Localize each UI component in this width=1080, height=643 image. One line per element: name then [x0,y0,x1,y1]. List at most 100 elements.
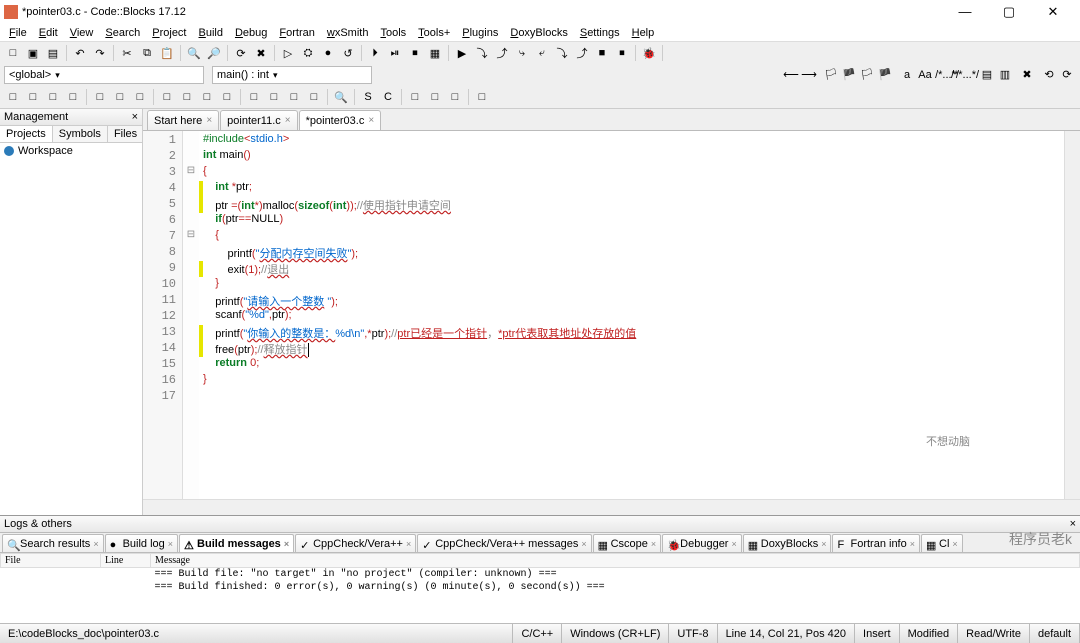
minimize-button[interactable]: — [950,4,980,20]
toolbar-button[interactable]: 🏴 [876,66,894,84]
toolbar-button[interactable]: 🏴 [840,66,858,84]
mgmt-tab-projects[interactable]: Projects [0,126,53,142]
log-tab[interactable]: ●Build log× [105,534,178,552]
toolbar-button[interactable]: □ [4,44,22,62]
log-tab[interactable]: ▦DoxyBlocks× [743,534,832,552]
toolbar-button[interactable]: ▥ [996,66,1014,84]
toolbar-button[interactable]: S [359,88,377,106]
toolbar-button[interactable]: □ [305,88,323,106]
toolbar-button[interactable]: ▤ [978,66,996,84]
toolbar-button[interactable]: ⤴ [573,44,591,62]
log-tab[interactable]: ▦Cl× [921,534,963,552]
toolbar-button[interactable]: ⏵ [366,44,384,62]
toolbar-button[interactable]: □ [426,88,444,106]
toolbar-button[interactable]: ⤴ [493,44,511,62]
toolbar-button[interactable]: ⟵ [782,66,800,84]
toolbar-button[interactable]: ✂ [118,44,136,62]
toolbar-button[interactable]: 🏳 [858,66,876,84]
code-editor[interactable]: 1234567891011121314151617 ⊟⊟ #include<st… [143,131,1080,499]
editor-tab[interactable]: *pointer03.c× [299,110,382,130]
toolbar-button[interactable]: ⏹ [406,44,424,62]
toolbar-button[interactable]: ⏯ [386,44,404,62]
toolbar-button[interactable]: □ [446,88,464,106]
menu-settings[interactable]: Settings [575,26,625,40]
toolbar-button[interactable]: □ [131,88,149,106]
menu-view[interactable]: View [65,26,99,40]
toolbar-button[interactable]: ✖ [1018,66,1036,84]
toolbar-button[interactable]: ⏹ [613,44,631,62]
menu-help[interactable]: Help [627,26,660,40]
toolbar-button[interactable]: ⟳ [1058,66,1076,84]
vertical-scrollbar[interactable] [1064,131,1080,499]
toolbar-button[interactable]: □ [245,88,263,106]
toolbar-button[interactable]: ↶ [71,44,89,62]
log-tab[interactable]: ⚠Build messages× [179,534,294,552]
toolbar-button[interactable]: □ [4,88,22,106]
menu-edit[interactable]: Edit [34,26,63,40]
workspace-item[interactable]: Workspace [4,145,138,157]
mgmt-tab-files[interactable]: Files [108,126,144,142]
toolbar-button[interactable]: 📋 [158,44,176,62]
toolbar-button[interactable]: Aa [916,66,934,84]
toolbar-button[interactable]: ⟲ [1040,66,1058,84]
toolbar-button[interactable]: □ [473,88,491,106]
menu-debug[interactable]: Debug [230,26,272,40]
log-tab[interactable]: FFortran info× [832,534,920,552]
toolbar-button[interactable]: ↺ [339,44,357,62]
toolbar-button[interactable]: 🏳 [822,66,840,84]
log-tab[interactable]: ✓CppCheck/Vera++× [295,534,416,552]
toolbar-button[interactable]: ⤵ [473,44,491,62]
menu-doxyblocks[interactable]: DoxyBlocks [505,26,572,40]
toolbar-button[interactable]: □ [198,88,216,106]
log-tab[interactable]: ✓CppCheck/Vera++ messages× [417,534,591,552]
logs-close-icon[interactable]: × [1070,518,1076,530]
toolbar-button[interactable]: □ [158,88,176,106]
mgmt-tab-symbols[interactable]: Symbols [53,126,108,142]
toolbar-button[interactable]: □ [24,88,42,106]
scope-dropdown[interactable]: <global> [4,66,204,84]
toolbar-button[interactable]: ▤ [44,44,62,62]
toolbar-button[interactable]: ▷ [279,44,297,62]
menu-tools[interactable]: Tools [375,26,411,40]
toolbar-button[interactable]: ▶ [453,44,471,62]
log-tab[interactable]: ▦Cscope× [593,534,662,552]
function-dropdown[interactable]: main() : int [212,66,372,84]
menu-search[interactable]: Search [100,26,145,40]
toolbar-button[interactable]: ⤶ [533,44,551,62]
tab-close-icon[interactable]: × [285,115,291,126]
toolbar-button[interactable]: □ [218,88,236,106]
toolbar-button[interactable]: C [379,88,397,106]
tab-close-icon[interactable]: × [368,115,374,126]
toolbar-button[interactable]: ⛭ [299,44,317,62]
toolbar-button[interactable]: ⧉ [138,44,156,62]
maximize-button[interactable]: ▢ [994,4,1024,20]
menu-fortran[interactable]: Fortran [274,26,319,40]
toolbar-button[interactable]: ▦ [426,44,444,62]
toolbar-button[interactable]: ⤷ [513,44,531,62]
log-tab[interactable]: 🐞Debugger× [662,534,742,552]
toolbar-button[interactable]: a [898,66,916,84]
menu-file[interactable]: File [4,26,32,40]
toolbar-button[interactable]: ✖ [252,44,270,62]
toolbar-button[interactable]: □ [111,88,129,106]
editor-tab[interactable]: Start here× [147,110,219,130]
toolbar-button[interactable]: /**...*/ [956,66,974,84]
tab-close-icon[interactable]: × [206,115,212,126]
toolbar-button[interactable]: 🔍 [185,44,203,62]
toolbar-button[interactable]: ▣ [24,44,42,62]
horizontal-scrollbar[interactable] [143,499,1080,515]
toolbar-button[interactable]: □ [44,88,62,106]
build-messages-body[interactable]: FileLineMessage === Build file: "no targ… [0,553,1080,623]
toolbar-button[interactable]: □ [265,88,283,106]
log-tab[interactable]: 🔍Search results× [2,534,104,552]
toolbar-button[interactable]: ⤵ [553,44,571,62]
editor-tab[interactable]: pointer11.c× [220,110,297,130]
menu-wxsmith[interactable]: wxSmith [322,26,374,40]
menu-tools+[interactable]: Tools+ [413,26,455,40]
toolbar-button[interactable]: ↷ [91,44,109,62]
toolbar-button[interactable]: □ [64,88,82,106]
toolbar-button[interactable]: ⟶ [800,66,818,84]
toolbar-button[interactable]: 🔍 [332,88,350,106]
toolbar-button[interactable]: 🐞 [640,44,658,62]
menu-project[interactable]: Project [147,26,191,40]
